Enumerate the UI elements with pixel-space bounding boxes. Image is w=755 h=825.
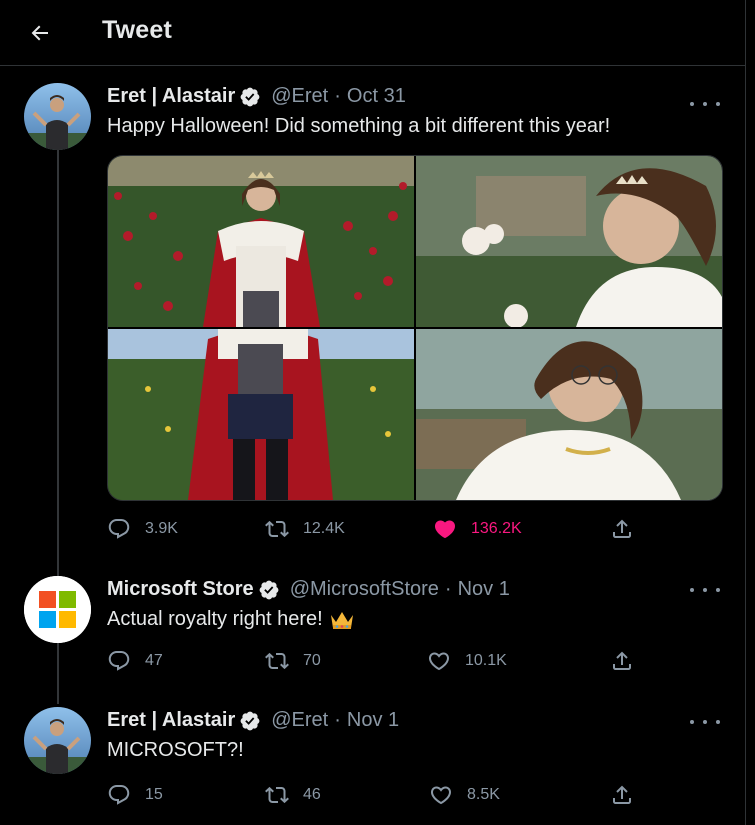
action-bar: 3.9K 12.4K 136.2K (107, 517, 637, 547)
like-count: 8.5K (467, 786, 500, 803)
reply-icon (108, 519, 130, 539)
share-button[interactable] (610, 649, 634, 673)
retweet-icon (265, 520, 289, 538)
handle[interactable]: @Eret (271, 85, 328, 108)
photo-3[interactable] (108, 329, 414, 500)
tweet-text: Actual royalty right here! (107, 608, 355, 631)
tweet[interactable]: Eret | Alastair @Eret · Oct 31 Happy Hal… (0, 66, 746, 560)
handle[interactable]: @Eret (271, 709, 328, 732)
like-button[interactable]: 10.1K (427, 649, 507, 673)
like-count: 136.2K (471, 520, 522, 537)
like-count: 10.1K (465, 652, 507, 669)
tweet-text: MICROSOFT?! (107, 739, 244, 761)
avatar[interactable] (24, 576, 91, 643)
verified-badge-icon (240, 711, 260, 730)
tweet-header: Eret | Alastair @Eret · Oct 31 (107, 85, 406, 108)
photo-4[interactable] (416, 329, 722, 500)
tweet-text-content: Actual royalty right here! (107, 608, 323, 630)
reply-icon (108, 785, 130, 805)
display-name[interactable]: Eret | Alastair (107, 709, 235, 732)
share-icon (613, 519, 631, 538)
retweet-count: 46 (303, 786, 321, 803)
retweet-icon (265, 786, 289, 804)
more-icon (690, 588, 694, 592)
timestamp[interactable]: Nov 1 (347, 709, 399, 732)
share-icon (613, 785, 631, 804)
tweet[interactable]: Eret | Alastair @Eret · Nov 1 MICROSOFT?… (0, 690, 746, 825)
reply-count: 15 (145, 786, 163, 803)
retweet-button[interactable]: 70 (265, 649, 321, 673)
separator-dot: · (334, 85, 341, 107)
verified-badge-icon (259, 580, 279, 599)
retweet-button[interactable]: 46 (265, 783, 321, 807)
handle[interactable]: @MicrosoftStore (290, 578, 439, 601)
reply-count: 3.9K (145, 520, 178, 537)
like-button[interactable]: 8.5K (429, 783, 500, 807)
display-name[interactable]: Eret | Alastair (107, 85, 235, 108)
more-icon (690, 102, 694, 106)
tweet-text: Happy Halloween! Did something a bit dif… (107, 115, 611, 137)
back-button[interactable] (20, 13, 60, 53)
reply-button[interactable]: 15 (107, 783, 163, 807)
like-button[interactable]: 136.2K (433, 517, 522, 541)
reply-button[interactable]: 47 (107, 649, 163, 673)
tweet-header: Microsoft Store @MicrosoftStore · Nov 1 (107, 578, 510, 601)
heart-icon (428, 652, 450, 671)
share-icon (613, 651, 631, 670)
back-arrow-icon (31, 25, 48, 41)
separator-dot: · (444, 578, 452, 600)
action-bar: 47 70 10.1K (107, 649, 637, 679)
reply-icon (108, 651, 130, 671)
tweet-detail-view: Tweet Eret | Alastair @Eret · Oct 31 Hap… (0, 0, 746, 825)
timestamp[interactable]: Oct 31 (347, 85, 406, 108)
top-bar: Tweet (0, 0, 746, 66)
share-button[interactable] (610, 783, 634, 807)
tweet[interactable]: Microsoft Store @MicrosoftStore · Nov 1 … (0, 560, 746, 690)
action-bar: 15 46 8.5K (107, 783, 637, 813)
reply-button[interactable]: 3.9K (107, 517, 178, 541)
photo-1[interactable] (108, 156, 414, 327)
retweet-count: 70 (303, 652, 321, 669)
share-button[interactable] (610, 517, 634, 541)
display-name[interactable]: Microsoft Store (107, 578, 254, 601)
verified-badge-icon (240, 87, 260, 106)
avatar[interactable] (24, 83, 91, 150)
avatar[interactable] (24, 707, 91, 774)
retweet-icon (265, 652, 289, 670)
media-grid (107, 155, 723, 501)
separator-dot: · (334, 709, 341, 731)
reply-count: 47 (145, 652, 163, 669)
tweet-header: Eret | Alastair @Eret · Nov 1 (107, 709, 399, 732)
heart-icon (434, 520, 456, 539)
more-button[interactable] (690, 580, 720, 600)
retweet-count: 12.4K (303, 520, 345, 537)
page-title: Tweet (102, 16, 172, 44)
more-icon (690, 720, 694, 724)
more-button[interactable] (690, 712, 720, 732)
crown-emoji (330, 611, 353, 629)
heart-icon (430, 786, 452, 805)
more-button[interactable] (690, 94, 720, 114)
retweet-button[interactable]: 12.4K (265, 517, 345, 541)
timestamp[interactable]: Nov 1 (458, 578, 510, 601)
photo-2[interactable] (416, 156, 722, 327)
